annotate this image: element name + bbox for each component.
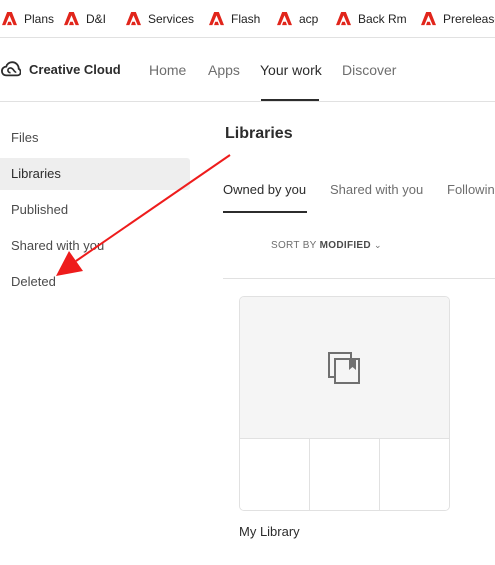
brand-title[interactable]: Creative Cloud [29,62,121,77]
nav-discover[interactable]: Discover [342,62,396,78]
bookmark-plans[interactable]: Plans [2,11,54,26]
creative-cloud-icon[interactable] [1,60,21,78]
sidebar-item-published[interactable]: Published [0,194,190,226]
app-header: Creative Cloud Home Apps Your work Disco… [0,38,495,102]
adobe-icon [64,11,79,26]
bookmark-label: acp [299,11,319,26]
divider [223,278,495,279]
library-card-thumb [380,439,449,510]
library-card-preview [240,297,449,439]
nav-home[interactable]: Home [149,62,186,78]
bookmark-acp[interactable]: acp [277,11,318,26]
library-card-thumb [310,439,380,510]
sidebar: Files Libraries Published Shared with yo… [0,102,200,565]
adobe-icon [126,11,141,26]
bookmark-prerelease[interactable]: Prerelease [421,11,495,26]
bookmark-label: Back Rm [358,11,407,26]
tab-following[interactable]: Following [447,182,495,197]
library-icon [328,352,360,384]
bookmark-label: Prerelease [443,11,495,26]
adobe-icon [421,11,436,26]
bookmark-label: Flash [231,11,261,26]
bookmark-flash[interactable]: Flash [209,11,260,26]
sidebar-item-shared-with-you[interactable]: Shared with you [0,230,190,262]
adobe-icon [336,11,351,26]
bookmark-label: Services [148,11,195,26]
page-title: Libraries [225,125,293,142]
library-card[interactable] [239,296,450,511]
sort-value: MODIFIED [319,240,371,251]
sort-dropdown[interactable]: SORT BY MODIFIED ⌄ [271,240,382,251]
nav-apps[interactable]: Apps [208,62,240,78]
sort-label: SORT BY [271,240,317,251]
adobe-icon [209,11,224,26]
sidebar-item-deleted[interactable]: Deleted [0,266,190,298]
bookmark-back-rm[interactable]: Back Rm [336,11,407,26]
active-tab-indicator [223,211,307,213]
adobe-icon [277,11,292,26]
tab-shared-with-you[interactable]: Shared with you [330,182,423,197]
bookmark-label: Plans [24,11,55,26]
active-nav-indicator [261,99,319,101]
bookmark-label: D&I [86,11,107,26]
bookmark-services[interactable]: Services [126,11,194,26]
sidebar-item-libraries[interactable]: Libraries [0,158,190,190]
adobe-icon [2,11,17,26]
library-name[interactable]: My Library [239,524,300,539]
chevron-down-icon: ⌄ [373,240,382,250]
library-card-thumb [240,439,310,510]
sidebar-item-files[interactable]: Files [0,122,190,154]
nav-your-work[interactable]: Your work [260,62,322,78]
bookmark-di[interactable]: D&I [64,11,106,26]
tab-owned-by-you[interactable]: Owned by you [223,182,306,197]
bookmarks-bar: Plans D&I Services Flash acp Back Rm Pre… [0,0,495,38]
